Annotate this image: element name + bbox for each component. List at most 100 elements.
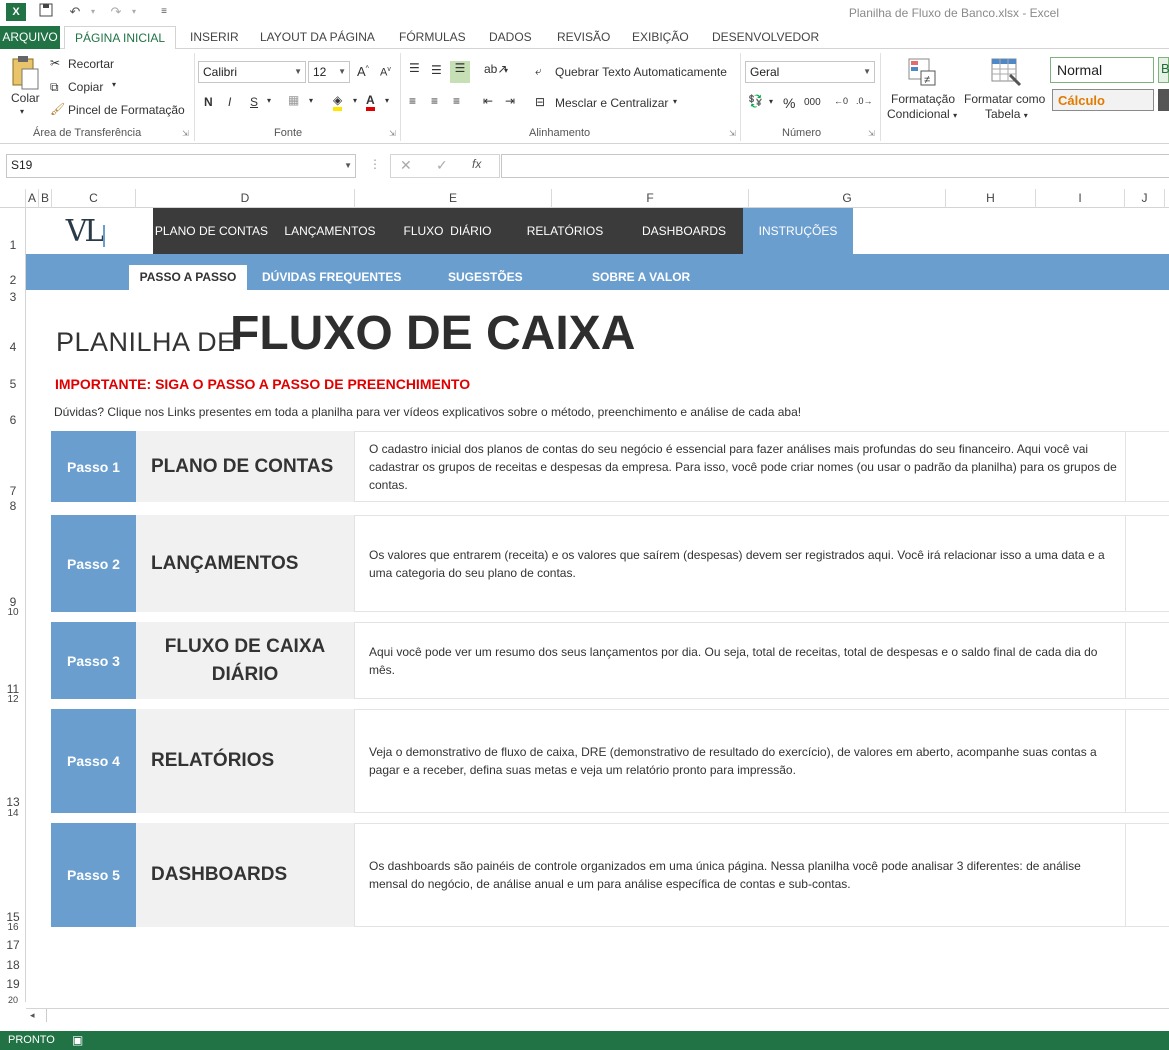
style-normal[interactable]: Normal — [1050, 57, 1154, 83]
horizontal-scrollbar[interactable]: ◂ — [26, 1008, 1169, 1022]
underline-button[interactable]: S — [250, 95, 258, 109]
row-header[interactable]: 18 — [0, 958, 26, 972]
format-painter-icon[interactable]: 🖌 — [50, 102, 65, 116]
column-header[interactable]: F — [552, 189, 749, 208]
redo-dropdown-icon[interactable]: ▾ — [125, 3, 143, 21]
decrease-decimal-icon[interactable]: .0→ — [856, 96, 873, 106]
format-painter-button[interactable]: Pincel de Formatação — [68, 103, 185, 117]
style-good-partial[interactable]: B — [1158, 57, 1169, 83]
tab-developer[interactable]: DESENVOLVEDOR — [704, 26, 827, 49]
row-header[interactable]: 5 — [0, 377, 26, 391]
paste-button[interactable]: Colar — [11, 91, 40, 105]
column-header[interactable]: D — [136, 189, 355, 208]
column-header[interactable]: C — [52, 189, 136, 208]
column-header[interactable]: G — [749, 189, 946, 208]
column-header[interactable]: A — [26, 189, 39, 208]
subnav-sugestoes[interactable]: SUGESTÕES — [448, 254, 523, 290]
tab-home[interactable]: PÁGINA INICIAL — [64, 26, 176, 50]
cancel-entry-icon[interactable]: ✕ — [400, 157, 412, 174]
row-header[interactable]: 16 — [0, 922, 26, 933]
orientation-dropdown-icon[interactable]: ▾ — [504, 66, 508, 75]
increase-indent-icon[interactable]: ⇥ — [505, 94, 515, 108]
row-header[interactable]: 19 — [0, 977, 26, 991]
clipboard-launcher-icon[interactable]: ⇲ — [182, 129, 189, 138]
copy-button[interactable]: Copiar — [68, 80, 103, 94]
subnav-duvidas-frequentes[interactable]: DÚVIDAS FREQUENTES — [262, 254, 401, 290]
tab-page-layout[interactable]: LAYOUT DA PÁGINA — [252, 26, 383, 49]
currency-icon[interactable]: 💱 — [748, 94, 763, 108]
alignment-launcher-icon[interactable]: ⇲ — [729, 129, 736, 138]
row-header[interactable]: 4 — [0, 340, 26, 354]
subnav-sobre-a-valor[interactable]: SOBRE A VALOR — [592, 254, 690, 290]
tab-review[interactable]: REVISÃO — [549, 26, 618, 49]
nav-lancamentos[interactable]: LANÇAMENTOS — [270, 208, 390, 254]
row-header[interactable]: 7 — [0, 484, 26, 498]
grow-font-icon[interactable]: A^ — [357, 64, 369, 79]
row-header[interactable]: 1 — [0, 238, 26, 252]
subnav-passo-a-passo[interactable]: PASSO A PASSO — [129, 265, 247, 290]
number-launcher-icon[interactable]: ⇲ — [868, 129, 875, 138]
row-header[interactable]: 17 — [0, 938, 26, 952]
font-color-icon[interactable]: A — [366, 93, 375, 111]
align-right-icon[interactable]: ≡ — [453, 94, 460, 108]
bold-button[interactable]: N — [204, 95, 213, 109]
merge-center-icon[interactable]: ⊟ — [535, 95, 545, 109]
copy-icon[interactable]: ⧉ — [50, 80, 59, 95]
borders-dropdown-icon[interactable]: ▾ — [309, 96, 313, 105]
step-name[interactable]: PLANO DE CONTAS — [136, 431, 354, 502]
redo-icon[interactable]: ↷ — [107, 3, 125, 21]
borders-icon[interactable]: ▦ — [288, 93, 299, 107]
align-bottom-icon[interactable]: ☰ — [450, 61, 470, 83]
row-header[interactable]: 3 — [0, 290, 26, 304]
fill-color-dropdown-icon[interactable]: ▾ — [353, 96, 357, 105]
align-top-icon[interactable]: ☰ — [409, 61, 420, 75]
row-header[interactable]: 20 — [0, 995, 26, 1005]
format-as-table-sub[interactable]: Tabela ▾ — [985, 107, 1028, 121]
cut-icon[interactable]: ✂ — [50, 56, 60, 70]
font-color-dropdown-icon[interactable]: ▾ — [385, 96, 389, 105]
percent-button[interactable]: % — [783, 95, 795, 111]
fill-color-icon[interactable]: ◈ — [333, 93, 343, 111]
row-header[interactable]: 13 — [0, 795, 26, 809]
nav-fluxo-diario[interactable]: FLUXO DIÁRIO — [390, 208, 505, 254]
undo-dropdown-icon[interactable]: ▾ — [84, 3, 102, 21]
merge-dropdown-icon[interactable]: ▾ — [673, 97, 677, 106]
cut-button[interactable]: Recortar — [68, 57, 114, 71]
row-header[interactable]: 6 — [0, 413, 26, 427]
nav-dashboards[interactable]: DASHBOARDS — [625, 208, 743, 254]
column-header[interactable]: H — [946, 189, 1036, 208]
number-format-select[interactable]: Geral ▼ — [745, 61, 875, 83]
step-name[interactable]: DASHBOARDS — [136, 823, 354, 927]
conditional-formatting-icon[interactable]: ≠ — [907, 57, 937, 90]
align-middle-icon[interactable]: ☰ — [431, 63, 442, 77]
row-header[interactable]: 2 — [0, 273, 26, 287]
align-left-icon[interactable]: ≡ — [409, 94, 416, 108]
copy-dropdown-icon[interactable]: ▾ — [112, 80, 116, 89]
row-header[interactable]: 8 — [0, 499, 26, 513]
font-size-select[interactable]: 12 ▼ — [308, 61, 350, 83]
conditional-formatting-button[interactable]: Formatação — [891, 92, 955, 106]
macro-record-icon[interactable]: ▣ — [72, 1033, 83, 1047]
decrease-indent-icon[interactable]: ⇤ — [483, 94, 493, 108]
save-icon[interactable] — [37, 3, 55, 21]
tab-data[interactable]: DADOS — [481, 26, 540, 49]
row-header[interactable]: 10 — [0, 607, 26, 618]
tab-view[interactable]: EXIBIÇÃO — [624, 26, 697, 49]
conditional-formatting-sub[interactable]: Condicional ▾ — [887, 107, 957, 121]
name-box[interactable]: S19 ▼ — [6, 154, 356, 178]
formula-bar-more-icon[interactable]: ⋮ — [369, 157, 381, 171]
currency-dropdown-icon[interactable]: ▾ — [769, 97, 773, 106]
tab-file[interactable]: ARQUIVO — [0, 26, 60, 49]
nav-plano-de-contas[interactable]: PLANO DE CONTAS — [153, 208, 270, 254]
formula-input[interactable] — [501, 154, 1169, 178]
underline-dropdown-icon[interactable]: ▾ — [267, 96, 271, 105]
confirm-entry-icon[interactable]: ✓ — [436, 157, 448, 174]
align-center-icon[interactable]: ≡ — [431, 94, 438, 108]
increase-decimal-icon[interactable]: ←0 — [834, 96, 848, 106]
column-header[interactable]: I — [1036, 189, 1125, 208]
style-check-partial[interactable] — [1158, 89, 1169, 111]
thousands-button[interactable]: 000 — [804, 97, 821, 108]
format-as-table-icon[interactable] — [990, 57, 1022, 90]
tab-insert[interactable]: INSERIR — [182, 26, 247, 49]
select-all-corner[interactable] — [0, 189, 26, 208]
